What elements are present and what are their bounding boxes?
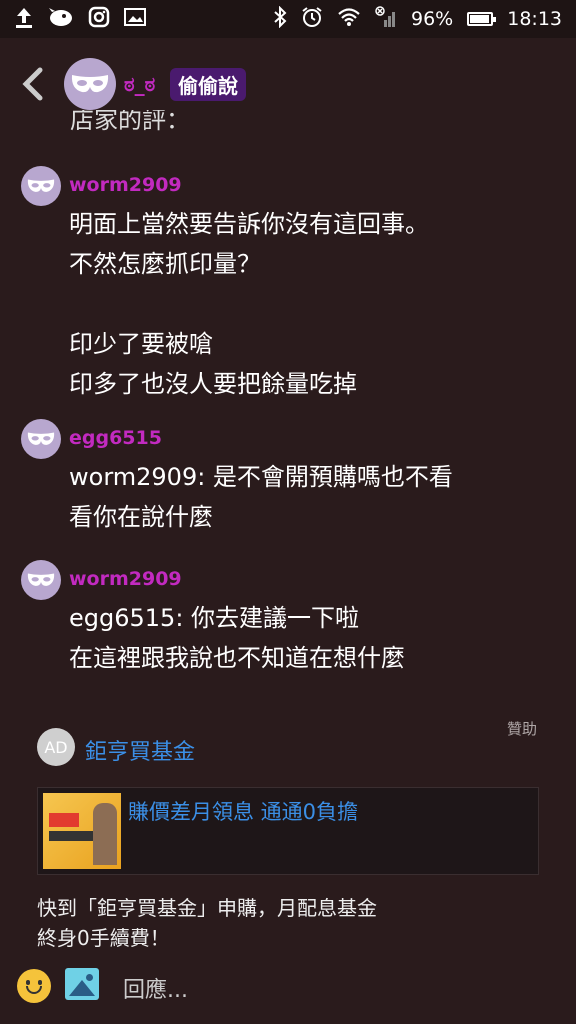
instagram-icon <box>88 6 110 33</box>
ad-avatar[interactable]: AD <box>37 728 75 766</box>
user-avatar[interactable] <box>21 560 61 600</box>
ad-description: 快到「鉅亨買基金」申購，月配息基金 終身0手續費！ <box>37 896 377 950</box>
battery-icon <box>467 12 497 26</box>
message-text: worm2909: 是不會開預購嗎也不看 看你在說什麼 <box>69 463 453 531</box>
image-attach-icon[interactable] <box>65 968 99 1000</box>
mask-icon <box>71 75 109 93</box>
message-text: egg6515: 你去建議一下啦 在這裡跟我說也不知道在想什麼 <box>69 604 405 672</box>
bluetooth-icon <box>273 5 287 33</box>
header-username[interactable]: ಠ_ಠ <box>124 72 155 96</box>
header-badge: 偷偷說 <box>170 68 246 101</box>
cutoff-message-text: 店家的評： <box>70 110 190 134</box>
user-avatar[interactable] <box>21 419 61 459</box>
user-avatar[interactable] <box>21 166 61 206</box>
ad-thumbnail[interactable] <box>43 793 121 869</box>
upload-icon <box>14 6 34 33</box>
no-signal-icon <box>375 5 397 33</box>
battery-percent: 96% <box>411 8 454 30</box>
mask-icon <box>27 573 55 586</box>
wifi-icon <box>337 7 361 32</box>
message-username[interactable]: egg6515 <box>69 427 162 449</box>
message-username[interactable]: worm2909 <box>69 568 182 590</box>
ad-advertiser-name[interactable]: 鉅亨買基金 <box>85 734 195 766</box>
mask-icon <box>27 432 55 445</box>
reply-input[interactable]: 回應... <box>123 972 188 1004</box>
header-avatar[interactable] <box>64 58 116 110</box>
alarm-icon <box>301 6 323 33</box>
mask-icon <box>27 179 55 192</box>
ad-headline[interactable]: 賺價差月領息 通通0負擔 <box>128 796 358 826</box>
image-icon <box>124 7 146 32</box>
bird-icon <box>48 6 74 33</box>
message-text: 明面上當然要告訴你沒有這回事。 不然怎麼抓印量？ 印少了要被嗆 印多了也沒人要把… <box>69 210 429 398</box>
back-arrow-icon[interactable] <box>18 66 48 102</box>
status-bar: 96% 18:13 <box>0 0 576 38</box>
ad-card[interactable]: 賺價差月領息 通通0負擔 <box>37 787 539 875</box>
clock: 18:13 <box>507 8 562 30</box>
reply-composer: 回應... <box>0 960 576 1024</box>
emoji-icon[interactable] <box>17 969 51 1003</box>
message-username[interactable]: worm2909 <box>69 174 182 196</box>
sponsored-label: 贊助 <box>507 720 538 738</box>
